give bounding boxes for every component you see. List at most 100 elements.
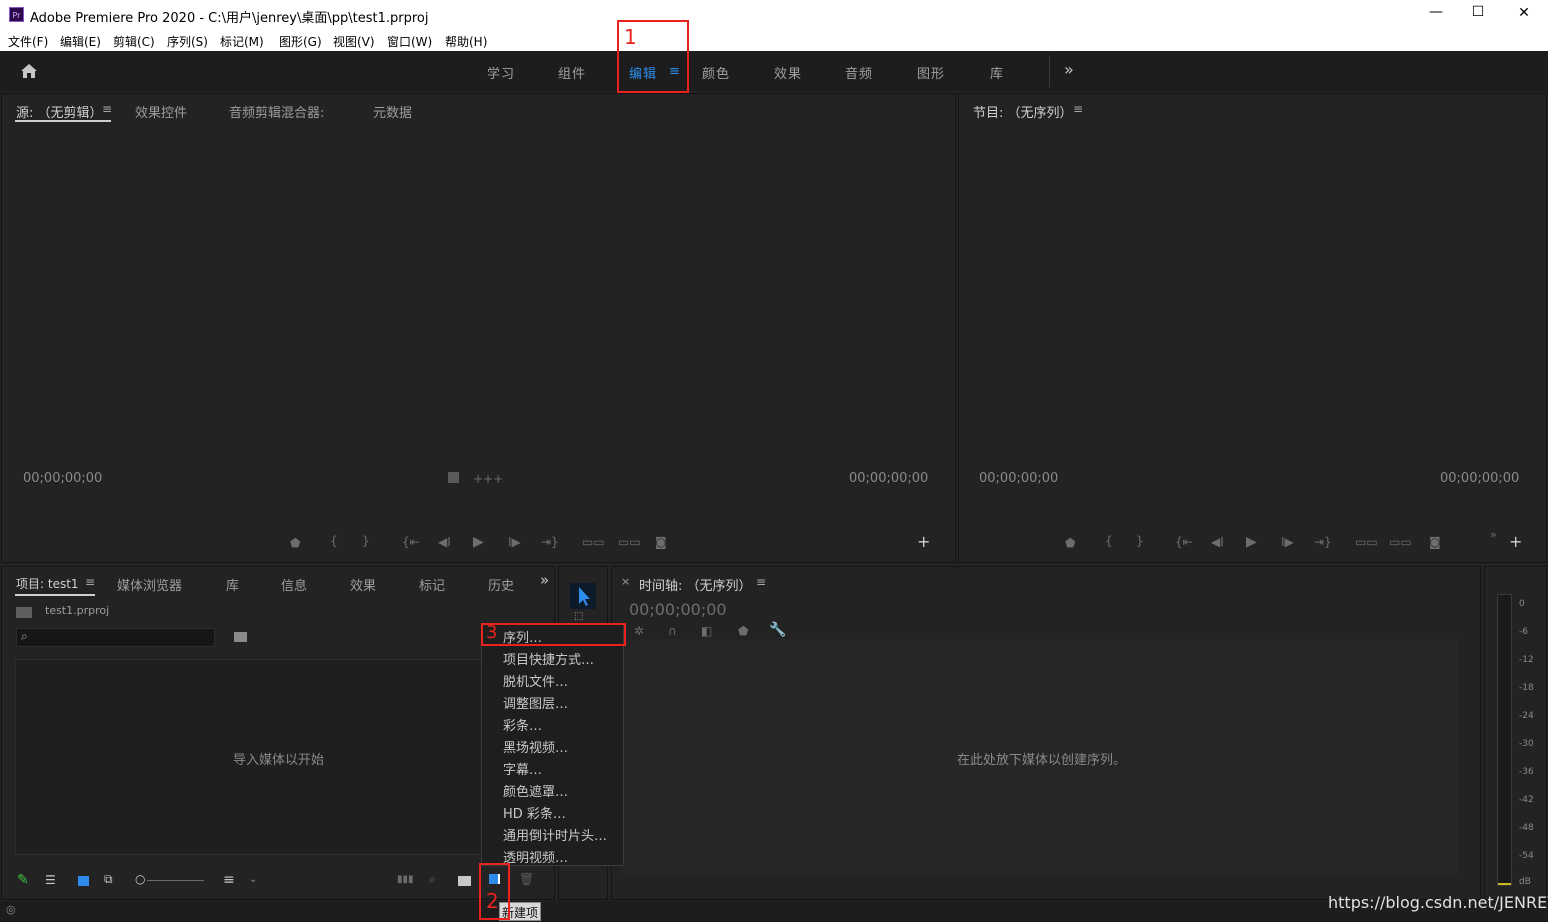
- home-icon[interactable]: [20, 63, 38, 79]
- mark-out-icon[interactable]: }: [1136, 534, 1144, 548]
- tab-effect-controls[interactable]: 效果控件: [135, 102, 187, 121]
- workspace-tab-libraries[interactable]: 库: [990, 63, 1004, 82]
- menu-window[interactable]: 窗口(W): [387, 33, 432, 50]
- workspace-tab-learn[interactable]: 学习: [487, 63, 515, 82]
- step-forward-icon[interactable]: I▶: [508, 535, 521, 549]
- selection-tool-icon[interactable]: [570, 583, 596, 609]
- workspace-tab-assembly[interactable]: 组件: [558, 63, 586, 82]
- tab-effects[interactable]: 效果: [350, 575, 376, 594]
- button-editor-plus-icon[interactable]: +: [917, 532, 930, 551]
- menu-edit[interactable]: 编辑(E): [60, 33, 101, 50]
- drag-audio-icon[interactable]: +++: [473, 472, 503, 486]
- sort-dropdown-chevron-icon[interactable]: ⌄: [249, 874, 257, 885]
- play-icon[interactable]: ▶: [473, 534, 484, 550]
- write-protect-icon[interactable]: ✎: [17, 872, 29, 888]
- menu-clip[interactable]: 剪辑(C): [113, 33, 155, 50]
- menu-item-bars-tone[interactable]: 彩条…: [503, 715, 542, 734]
- menu-graphics[interactable]: 图形(G): [279, 33, 322, 50]
- minimize-button[interactable]: —: [1424, 4, 1448, 20]
- tab-program[interactable]: 节目: （无序列）: [973, 102, 1073, 121]
- sort-icon[interactable]: ≡: [223, 872, 235, 888]
- icon-view-icon[interactable]: [78, 876, 89, 886]
- menu-view[interactable]: 视图(V): [333, 33, 375, 50]
- timeline-close-icon[interactable]: ×: [621, 575, 630, 588]
- go-to-out-icon[interactable]: ⇥}: [541, 535, 559, 549]
- menu-marker[interactable]: 标记(M): [220, 33, 264, 50]
- tab-info[interactable]: 信息: [281, 575, 307, 594]
- go-to-in-icon[interactable]: {⇤: [1175, 535, 1193, 549]
- freeform-view-icon[interactable]: ⧉: [104, 872, 113, 887]
- timeline-timecode[interactable]: 00;00;00;00: [629, 600, 727, 619]
- maximize-button[interactable]: ☐: [1466, 4, 1490, 20]
- panel-menu-icon[interactable]: ≡: [1073, 102, 1083, 116]
- menu-item-adjustment-layer[interactable]: 调整图层…: [503, 693, 568, 712]
- workspace-overflow-icon[interactable]: »: [1064, 60, 1074, 79]
- find-icon[interactable]: ⌕: [429, 872, 436, 887]
- close-button[interactable]: ✕: [1512, 5, 1536, 21]
- automate-to-sequence-icon[interactable]: ▮▮▮: [397, 874, 414, 885]
- mark-out-icon[interactable]: }: [362, 534, 370, 548]
- tab-source[interactable]: 源: （无剪辑）: [16, 102, 103, 121]
- snap-icon[interactable]: ∩: [668, 624, 677, 638]
- menu-item-captions[interactable]: 字幕…: [503, 759, 542, 778]
- menu-item-offline-file[interactable]: 脱机文件…: [503, 671, 568, 690]
- timeline-settings-wrench-icon[interactable]: 🔧: [769, 622, 786, 638]
- export-frame-icon[interactable]: ◙: [655, 535, 667, 549]
- extract-icon[interactable]: ▭▭: [1389, 535, 1412, 549]
- menu-item-black-video[interactable]: 黑场视频…: [503, 737, 568, 756]
- mark-in-icon[interactable]: {: [1105, 534, 1113, 548]
- zoom-slider-track[interactable]: [147, 880, 204, 881]
- go-to-in-icon[interactable]: {⇤: [402, 535, 420, 549]
- play-icon[interactable]: ▶: [1246, 534, 1257, 550]
- linked-selection-icon[interactable]: ◧: [701, 624, 712, 638]
- menu-item-hd-bars[interactable]: HD 彩条…: [503, 803, 566, 822]
- step-back-icon[interactable]: ◀I: [438, 535, 451, 549]
- menu-sequence[interactable]: 序列(S): [167, 33, 208, 50]
- menu-help[interactable]: 帮助(H): [445, 33, 487, 50]
- mark-in-icon[interactable]: {: [330, 534, 338, 548]
- tab-libraries[interactable]: 库: [226, 575, 239, 594]
- clear-trash-icon[interactable]: 🗑: [519, 872, 534, 886]
- menu-item-countdown-leader[interactable]: 通用倒计时片头…: [503, 825, 607, 844]
- menu-item-color-matte[interactable]: 颜色遮罩…: [503, 781, 568, 800]
- tab-media-browser[interactable]: 媒体浏览器: [117, 575, 182, 594]
- panel-menu-icon[interactable]: ≡: [756, 575, 766, 589]
- tab-history[interactable]: 历史: [488, 575, 514, 594]
- nest-toggle-icon[interactable]: ✲: [634, 624, 644, 638]
- workspace-tab-color[interactable]: 颜色: [702, 63, 730, 82]
- menu-file[interactable]: 文件(F): [8, 33, 48, 50]
- workspace-tab-graphics[interactable]: 图形: [917, 63, 945, 82]
- tabs-overflow-icon[interactable]: »: [540, 571, 549, 589]
- step-forward-icon[interactable]: I▶: [1281, 535, 1294, 549]
- step-back-icon[interactable]: ◀I: [1211, 535, 1224, 549]
- find-bin-icon[interactable]: [234, 632, 247, 642]
- track-select-tool-icon[interactable]: ⬚: [574, 611, 583, 622]
- panel-menu-icon[interactable]: ≡: [85, 575, 95, 589]
- workspace-tab-audio[interactable]: 音频: [845, 63, 873, 82]
- tab-project[interactable]: 项目: test1: [16, 575, 79, 592]
- program-timecode-playhead[interactable]: 00;00;00;00: [979, 471, 1058, 486]
- source-timecode-in[interactable]: 00;00;00;00: [23, 471, 102, 486]
- add-marker-icon[interactable]: ⬟: [290, 536, 300, 550]
- list-view-icon[interactable]: ☰: [45, 873, 56, 887]
- tab-audio-clip-mixer[interactable]: 音频剪辑混合器:: [229, 102, 324, 121]
- tab-metadata[interactable]: 元数据: [373, 102, 412, 121]
- overflow-icon[interactable]: »: [1490, 528, 1497, 541]
- zoom-slider-handle[interactable]: ○: [135, 872, 145, 886]
- new-bin-icon[interactable]: [458, 876, 471, 886]
- tab-timeline[interactable]: 时间轴: （无序列）: [639, 575, 752, 594]
- add-marker-icon[interactable]: ⬟: [738, 624, 748, 638]
- export-frame-icon[interactable]: ◙: [1429, 535, 1441, 549]
- overwrite-icon[interactable]: ▭▭: [618, 535, 641, 549]
- lift-icon[interactable]: ▭▭: [1355, 535, 1378, 549]
- tab-markers[interactable]: 标记: [419, 575, 445, 594]
- button-editor-plus-icon[interactable]: +: [1509, 532, 1522, 551]
- go-to-out-icon[interactable]: ⇥}: [1314, 535, 1332, 549]
- menu-item-transparent-video[interactable]: 透明视频…: [503, 847, 568, 866]
- add-marker-icon[interactable]: ⬟: [1065, 536, 1075, 550]
- workspace-tab-effects[interactable]: 效果: [774, 63, 802, 82]
- menu-item-project-shortcut[interactable]: 项目快捷方式…: [503, 649, 594, 668]
- drag-video-icon[interactable]: [448, 472, 459, 483]
- search-input[interactable]: [16, 628, 215, 647]
- insert-icon[interactable]: ▭▭: [582, 535, 605, 549]
